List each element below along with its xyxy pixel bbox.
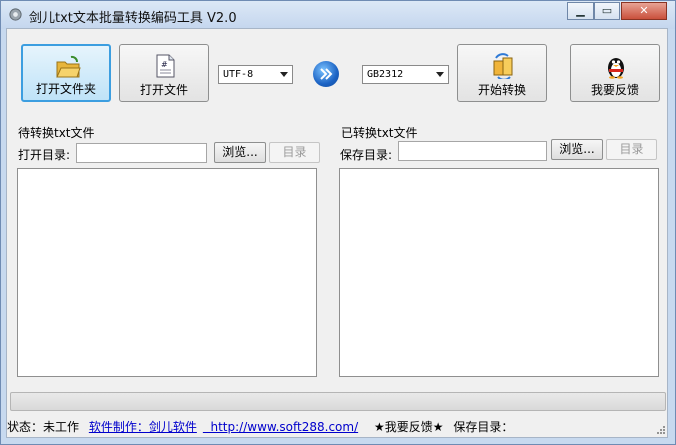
save-dir-status: 保存目录：: [453, 420, 514, 434]
output-group-title: 已转换txt文件: [341, 126, 418, 140]
title-bar[interactable]: 剑儿txt文本批量转换编码工具 V2.0 ▁ ▭ ✕: [1, 1, 675, 29]
source-file-list[interactable]: [17, 168, 317, 377]
browse-output-button[interactable]: 浏览...: [551, 139, 603, 160]
open-dir-label: 打开目录:: [18, 148, 71, 162]
source-encoding-select[interactable]: UTF-8: [218, 65, 293, 84]
output-directory-button[interactable]: 目录: [606, 139, 657, 160]
feedback-button[interactable]: 我要反馈: [570, 44, 660, 102]
source-encoding-value: UTF-8: [223, 69, 254, 80]
status-state: 状态：未工作: [7, 420, 80, 434]
source-group-title: 待转换txt文件: [18, 126, 95, 140]
gear-icon: [9, 8, 22, 21]
open-dir-input[interactable]: [76, 143, 207, 163]
chevron-down-icon: [436, 72, 444, 77]
save-dir-label: 保存目录:: [340, 148, 393, 162]
target-encoding-value: GB2312: [367, 69, 404, 80]
start-convert-label: 开始转换: [477, 83, 526, 97]
minimize-button[interactable]: ▁: [567, 2, 594, 20]
target-encoding-select[interactable]: GB2312: [362, 65, 449, 84]
progress-bar: [10, 392, 666, 411]
close-button[interactable]: ✕: [621, 2, 667, 20]
start-convert-button[interactable]: 开始转换: [457, 44, 547, 102]
open-folder-button[interactable]: 打开文件夹: [21, 44, 111, 102]
document-icon: #: [156, 54, 175, 78]
open-file-label: 打开文件: [139, 83, 188, 97]
folder-open-icon: [56, 55, 81, 78]
status-bar: 状态：未工作 软件制作：剑儿软件 http://www.soft288.com/…: [7, 417, 669, 437]
feedback-status-link[interactable]: ★我要反馈★: [374, 420, 444, 434]
convert-icon: [493, 53, 513, 79]
open-file-button[interactable]: # 打开文件: [119, 44, 209, 102]
feedback-label: 我要反馈: [590, 83, 639, 97]
website-link: http://www.soft288.com/: [210, 420, 359, 434]
window-title: 剑儿txt文本批量转换编码工具 V2.0: [29, 11, 237, 26]
credit-link[interactable]: 软件制作：剑儿软件 http://www.soft288.com/: [89, 420, 364, 434]
chevron-down-icon: [280, 72, 288, 77]
browse-source-button[interactable]: 浏览...: [214, 142, 266, 163]
open-folder-label: 打开文件夹: [35, 82, 96, 96]
maximize-button[interactable]: ▭: [594, 2, 620, 20]
source-directory-button[interactable]: 目录: [269, 142, 320, 163]
save-dir-input[interactable]: [398, 141, 547, 161]
output-file-list[interactable]: [339, 168, 659, 377]
svg-text:#: #: [161, 60, 168, 69]
resize-grip-icon[interactable]: [656, 425, 666, 435]
double-chevron-icon: [313, 61, 339, 87]
penguin-icon: [608, 58, 624, 79]
credit-text: 软件制作：剑儿软件: [88, 420, 197, 434]
